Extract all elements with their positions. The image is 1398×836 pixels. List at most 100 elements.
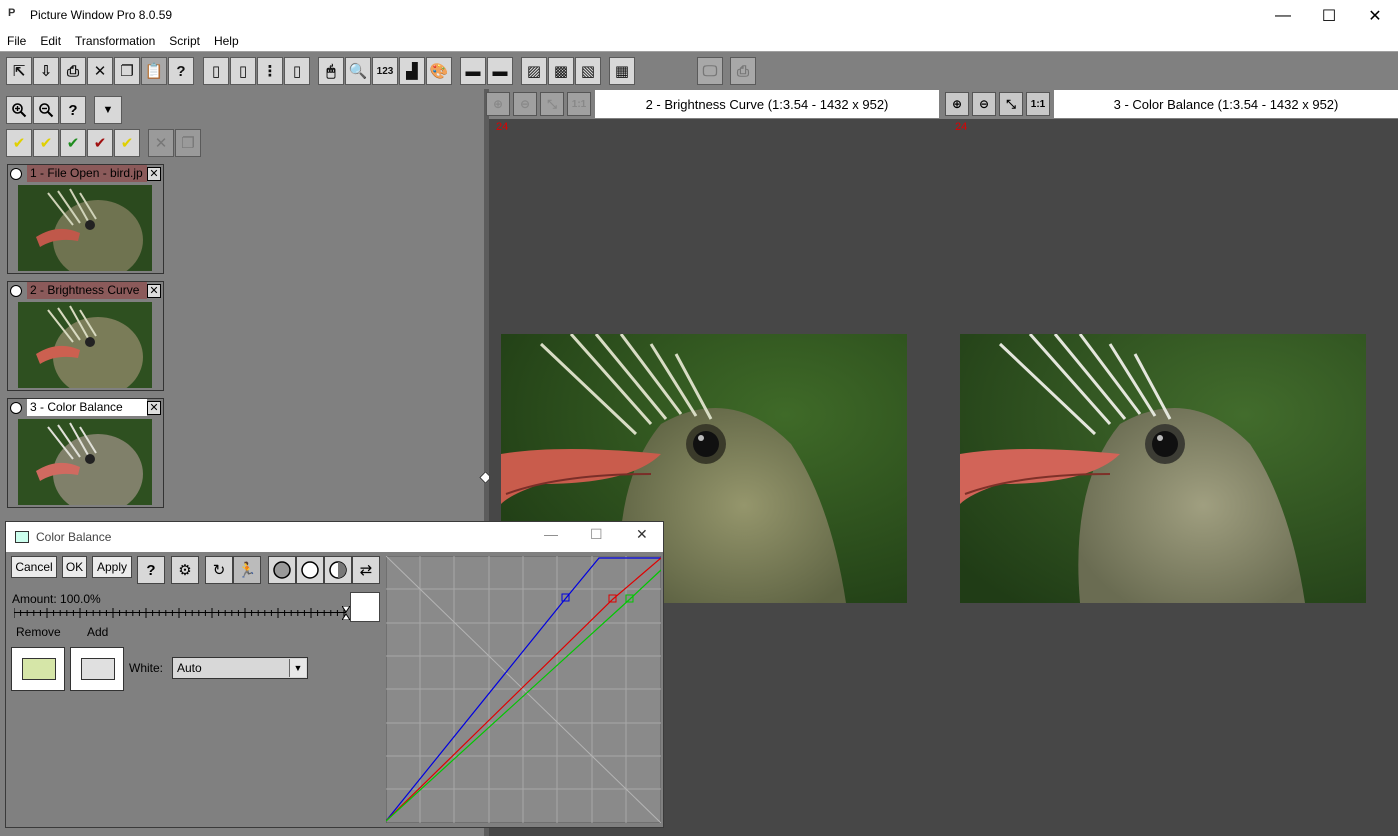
chevron-down-icon[interactable]: ▼ — [289, 659, 306, 677]
close-icon[interactable]: ✕ — [147, 400, 161, 415]
check-green-icon[interactable]: ✔ — [60, 129, 86, 157]
white-select[interactable]: Auto ▼ — [172, 657, 308, 679]
check-red-icon[interactable]: ✔ — [87, 129, 113, 157]
dialog-close-button[interactable]: ✕ — [636, 526, 648, 543]
gradient-red-icon[interactable]: ▬ — [460, 57, 486, 85]
dialog-maximize-button[interactable]: ☐ — [590, 526, 603, 543]
printer-disabled-icon[interactable]: ⎙ — [730, 57, 756, 85]
mouse-icon[interactable]: 🖱 — [318, 57, 344, 85]
maximize-button[interactable]: ☐ — [1306, 0, 1352, 31]
ok-button[interactable]: OK — [62, 556, 87, 578]
menu-script[interactable]: Script — [162, 31, 207, 51]
zoom-out-icon[interactable]: ⊖ — [513, 92, 537, 116]
close-icon[interactable]: ✕ — [147, 283, 161, 298]
fit-icon[interactable]: ⤡ — [999, 92, 1023, 116]
open-file-icon[interactable]: ⇱ — [6, 57, 32, 85]
zoom-in-icon[interactable]: ⊕ — [945, 92, 969, 116]
histogram-icon[interactable]: ▟ — [399, 57, 425, 85]
dropdown-arrow-icon[interactable]: ▼ — [94, 96, 122, 124]
save-icon[interactable]: ⇩ — [33, 57, 59, 85]
close-x-icon[interactable]: ✕ — [87, 57, 113, 85]
close-button[interactable]: ✕ — [1352, 0, 1398, 31]
running-man-icon[interactable]: 🏃 — [233, 556, 261, 584]
hatch-1-icon[interactable]: ▨ — [521, 57, 547, 85]
color-curve-graph[interactable] — [386, 556, 661, 823]
history-item-brightness-curve[interactable]: 2 - Brightness Curve ✕ — [7, 281, 164, 391]
bird-thumbnail — [18, 419, 152, 505]
menu-bar: File Edit Transformation Script Help — [0, 31, 1398, 51]
one-to-one-icon[interactable]: 1:1 — [567, 92, 591, 116]
pane-title: 2 - Brightness Curve (1:3.54 - 1432 x 95… — [595, 90, 939, 118]
auto-refresh-icon[interactable]: ↻ — [205, 556, 233, 584]
paste-icon[interactable]: 📋 — [141, 57, 167, 85]
amount-label: Amount: 100.0% — [12, 592, 101, 606]
copy-disabled-icon[interactable]: ❐ — [175, 129, 201, 157]
layout-vertical-icon[interactable]: ⋮ — [257, 57, 283, 85]
menu-transformation[interactable]: Transformation — [68, 31, 162, 51]
cancel-button[interactable]: Cancel — [11, 556, 57, 578]
slider-ticks — [14, 608, 345, 618]
grid-icon[interactable]: ▦ — [609, 57, 635, 85]
pane-number: 24 — [496, 121, 509, 133]
radio-icon[interactable] — [10, 284, 22, 297]
circle-half-icon[interactable] — [324, 556, 352, 584]
zoom-out-icon[interactable] — [33, 96, 59, 124]
gradient-cyan-icon[interactable]: ▬ — [487, 57, 513, 85]
help-icon[interactable]: ? — [168, 57, 194, 85]
white-label: White: — [129, 661, 164, 675]
amount-slider[interactable] — [14, 605, 351, 621]
history-item-color-balance[interactable]: 3 - Color Balance ✕ — [7, 398, 164, 508]
delete-disabled-icon[interactable]: ✕ — [148, 129, 174, 157]
layout-split-icon[interactable]: ▯ — [284, 57, 310, 85]
dialog-title-bar[interactable]: Color Balance — ☐ ✕ — [6, 522, 663, 552]
menu-edit[interactable]: Edit — [33, 31, 68, 51]
pane-title: 3 - Color Balance (1:3.54 - 1432 x 952) — [1054, 90, 1398, 118]
palette-icon[interactable]: 🎨 — [426, 57, 452, 85]
help-icon[interactable]: ? — [60, 96, 86, 124]
menu-file[interactable]: File — [0, 31, 33, 51]
radio-icon[interactable] — [10, 167, 22, 180]
app-icon: P — [8, 7, 16, 19]
history-item-file-open[interactable]: 1 - File Open - bird.jp ✕ — [7, 164, 164, 274]
add-label: Add — [87, 625, 109, 639]
zoom-out-icon[interactable]: ⊖ — [972, 92, 996, 116]
dialog-minimize-button[interactable]: — — [544, 526, 558, 542]
add-color-swatch[interactable] — [70, 647, 124, 691]
bird-image — [960, 334, 1366, 603]
one-to-one-icon[interactable]: 1:1 — [1026, 92, 1050, 116]
white-swatch[interactable] — [350, 592, 380, 622]
check-double-yellow-icon[interactable]: ✔ — [114, 129, 140, 157]
print-icon[interactable]: ⎙ — [60, 57, 86, 85]
dialog-title: Color Balance — [36, 530, 112, 544]
radio-icon[interactable] — [10, 401, 22, 414]
minimize-button[interactable]: — — [1260, 0, 1306, 31]
check-yellow-icon[interactable]: ✔ — [6, 129, 32, 157]
circle-white-icon[interactable] — [296, 556, 324, 584]
help-icon[interactable]: ? — [137, 556, 165, 584]
numbers-icon[interactable]: 123 — [372, 57, 398, 85]
window-title: Picture Window Pro 8.0.59 — [30, 8, 173, 22]
slider-thumb[interactable] — [341, 605, 351, 621]
layout-single-icon[interactable]: ▯ — [230, 57, 256, 85]
close-icon[interactable]: ✕ — [147, 166, 161, 181]
copy-icon[interactable]: ❐ — [114, 57, 140, 85]
image-pane-color-balance: ⊕ ⊖ ⤡ 1:1 3 - Color Balance (1:3.54 - 14… — [941, 89, 1398, 836]
menu-help[interactable]: Help — [207, 31, 246, 51]
apply-button[interactable]: Apply — [92, 556, 132, 578]
magnifier-icon[interactable]: 🔍 — [345, 57, 371, 85]
circle-gray-icon[interactable] — [268, 556, 296, 584]
main-toolbar: ⇱ ⇩ ⎙ ✕ ❐ 📋? ▯ ▯ ⋮ ▯ 🖱 🔍 123 ▟ 🎨 ▬ ▬ ▨ ▩ ▧ ▦ 🖵 ⎙ — [0, 51, 1398, 89]
settings-gear-icon[interactable]: ⚙ — [171, 556, 199, 584]
hatch-2-icon[interactable]: ▩ — [548, 57, 574, 85]
fit-icon[interactable]: ⤡ — [540, 92, 564, 116]
layout-left-icon[interactable]: ▯ — [203, 57, 229, 85]
monitor-icon[interactable]: 🖵 — [697, 57, 723, 85]
remove-color-swatch[interactable] — [11, 647, 65, 691]
swap-arrows-icon[interactable]: ⇄ — [352, 556, 380, 584]
hatch-3-icon[interactable]: ▧ — [575, 57, 601, 85]
remove-label: Remove — [16, 625, 61, 639]
zoom-in-icon[interactable] — [6, 96, 32, 124]
check-yellow-plus-icon[interactable]: ✔ — [33, 129, 59, 157]
add-color — [81, 658, 115, 680]
zoom-in-icon[interactable]: ⊕ — [486, 92, 510, 116]
